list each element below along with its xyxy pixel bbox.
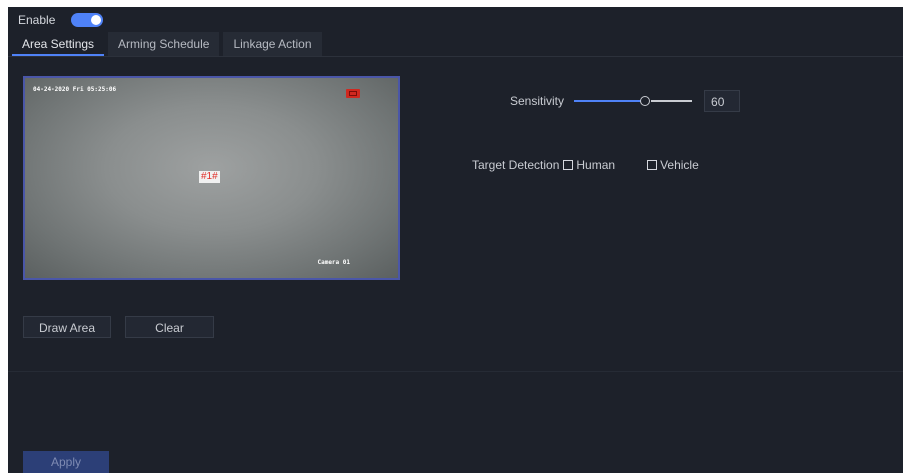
clear-button[interactable]: Clear — [125, 316, 214, 338]
tab-divider — [8, 56, 903, 57]
slider-fill — [574, 100, 646, 102]
human-checkbox[interactable] — [563, 160, 574, 170]
enable-label: Enable — [18, 13, 56, 27]
sensitivity-label: Sensitivity — [510, 94, 565, 108]
human-option[interactable]: Human — [563, 158, 615, 172]
slider-thumb[interactable] — [640, 96, 651, 106]
sensitivity-slider[interactable] — [574, 96, 693, 106]
osd-camera-name: Camera 01 — [317, 259, 350, 266]
enable-toggle[interactable] — [71, 13, 104, 27]
target-detection-row: Target Detection Human Vehicle — [472, 157, 699, 173]
record-icon — [346, 89, 360, 98]
toggle-knob — [91, 15, 102, 25]
tab-area-settings[interactable]: Area Settings — [12, 32, 105, 56]
vehicle-option[interactable]: Vehicle — [647, 158, 699, 172]
enable-row: Enable — [18, 11, 104, 29]
target-detection-label: Target Detection — [472, 158, 560, 172]
video-preview[interactable]: 04-24-2020 Fri 05:25:06 #1# Camera 01 — [23, 76, 400, 280]
zone-label: #1# — [199, 171, 220, 183]
tab-arming-schedule[interactable]: Arming Schedule — [108, 32, 220, 56]
sensitivity-value-input[interactable]: 60 — [704, 90, 741, 112]
vehicle-checkbox[interactable] — [647, 160, 658, 170]
tab-linkage-action[interactable]: Linkage Action — [223, 32, 322, 56]
sensitivity-row: Sensitivity 60 — [510, 90, 741, 112]
apply-button[interactable]: Apply — [23, 451, 109, 473]
draw-area-button[interactable]: Draw Area — [23, 316, 111, 338]
slider-track — [651, 100, 693, 102]
app-window: Enable Area Settings Arming Schedule Lin… — [8, 7, 903, 473]
section-divider — [8, 371, 903, 372]
human-label: Human — [576, 158, 616, 172]
vehicle-label: Vehicle — [660, 158, 699, 172]
osd-timestamp: 04-24-2020 Fri 05:25:06 — [33, 86, 117, 93]
tab-bar: Area Settings Arming Schedule Linkage Ac… — [12, 32, 326, 57]
